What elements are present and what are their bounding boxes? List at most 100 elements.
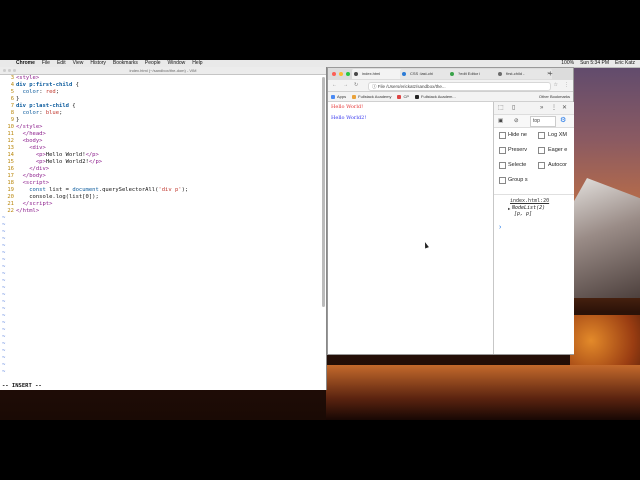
console-option-row: Group s <box>494 173 574 188</box>
bookmark-label: Apps <box>337 94 347 99</box>
bookmark-fullstack[interactable]: Fullstack Academy <box>352 92 391 101</box>
line-content[interactable]: </style> <box>16 124 43 130</box>
option-checkbox[interactable] <box>499 162 506 169</box>
option-checkbox[interactable] <box>538 132 545 139</box>
context-selector[interactable]: top <box>530 116 556 127</box>
expand-triangle-icon[interactable]: ▶ <box>508 205 510 212</box>
option-checkbox[interactable] <box>499 132 506 139</box>
code-line[interactable]: 19 const list = document.querySelectorAl… <box>2 187 326 194</box>
line-content[interactable]: <style> <box>16 75 39 81</box>
log-source-link[interactable]: index.html:20 <box>510 198 549 205</box>
forward-icon[interactable]: → <box>343 80 348 91</box>
console-prompt[interactable]: › <box>499 224 501 231</box>
option-checkbox[interactable] <box>538 162 545 169</box>
minimize-window-button[interactable] <box>8 69 11 72</box>
chrome-window[interactable]: index.html × CSS :last-chi × ?edit Edito… <box>327 67 574 355</box>
menu-bookmarks[interactable]: Bookmarks <box>113 60 138 67</box>
code-line[interactable]: 22 </html> <box>2 208 326 215</box>
clear-console-icon[interactable]: ⊘ <box>514 115 519 127</box>
code-line[interactable]: 10 </style> <box>2 124 326 131</box>
url-input[interactable]: ⓘ File /Users/erickatz/sandbox/the... <box>368 82 551 91</box>
line-content[interactable]: } <box>16 117 19 123</box>
code-line[interactable]: 17 </body> <box>2 173 326 180</box>
code-line[interactable]: 21 </script> <box>2 201 326 208</box>
info-icon[interactable]: ⓘ <box>372 84 377 89</box>
device-toolbar-icon[interactable]: ▯ <box>512 102 515 114</box>
bookmark-star-icon[interactable]: ☆ <box>554 80 558 91</box>
globe-icon <box>354 72 358 76</box>
code-line[interactable]: 20 console.log(list[0]); <box>2 194 326 201</box>
line-content[interactable]: <p>Hello World2!</p> <box>16 159 102 165</box>
more-panels-icon[interactable]: » <box>540 102 543 114</box>
vim-window[interactable]: index.html (~/sandbox/the-dom) - VIM 3 <s… <box>0 67 327 390</box>
console-sidebar-icon[interactable]: ▣ <box>498 115 503 127</box>
line-content[interactable]: </script> <box>16 201 53 207</box>
menu-help[interactable]: Help <box>192 60 202 67</box>
line-content[interactable]: <div> <box>16 145 46 151</box>
option-checkbox[interactable] <box>499 177 506 184</box>
menu-view[interactable]: View <box>73 60 84 67</box>
menu-file[interactable]: File <box>42 60 50 67</box>
empty-line-tilde: ~ <box>2 236 6 242</box>
menu-edit[interactable]: Edit <box>57 60 66 67</box>
line-content[interactable]: } <box>16 96 19 102</box>
line-content[interactable]: <script> <box>16 180 50 186</box>
code-line[interactable]: 13 <div> <box>2 145 326 152</box>
menu-window[interactable]: Window <box>168 60 186 67</box>
menu-icon[interactable]: ⋮ <box>564 80 569 91</box>
menu-people[interactable]: People <box>145 60 161 67</box>
code-line[interactable]: 14 <p>Hello World!</p> <box>2 152 326 159</box>
user-name[interactable]: Eric Katz <box>615 60 635 67</box>
bookmark-fullstack-2[interactable]: Fullstack Academ... <box>415 92 456 101</box>
line-content[interactable]: div p:first-child { <box>16 82 79 88</box>
line-content[interactable]: </div> <box>16 166 49 172</box>
minimize-window-button[interactable] <box>339 72 343 76</box>
tab-first-child[interactable]: first-child - × <box>496 69 552 79</box>
bookmark-apps[interactable]: Apps <box>331 92 346 101</box>
close-devtools-icon[interactable]: ✕ <box>562 102 567 114</box>
code-line[interactable]: 11 </head> <box>2 131 326 138</box>
battery-status[interactable]: 100% <box>561 60 574 67</box>
option-checkbox[interactable] <box>538 147 545 154</box>
code-line[interactable]: 15 <p>Hello World2!</p> <box>2 159 326 166</box>
code-line[interactable]: 4 div p:first-child { <box>2 82 326 89</box>
code-line[interactable]: 16 </div> <box>2 166 326 173</box>
zoom-window-button[interactable] <box>13 69 16 72</box>
option-checkbox[interactable] <box>499 147 506 154</box>
code-line[interactable]: 5 color: red; <box>2 89 326 96</box>
close-window-button[interactable] <box>3 69 6 72</box>
line-content[interactable]: console.log(list[0]); <box>16 194 99 200</box>
vim-scrollbar[interactable] <box>322 77 325 307</box>
clock[interactable]: Sun 5:34 PM <box>580 60 609 67</box>
line-content[interactable]: color: red; <box>16 89 59 95</box>
code-editor[interactable]: 3 <style> 4 div p:first-child {5 color: red… <box>0 75 326 376</box>
menu-history[interactable]: History <box>90 60 106 67</box>
line-content[interactable]: color: blue; <box>16 110 63 116</box>
line-content[interactable]: div p:last-child { <box>16 103 76 109</box>
code-line[interactable]: 9} <box>2 117 326 124</box>
zoom-window-button[interactable] <box>346 72 350 76</box>
code-line[interactable]: 3 <style> <box>2 75 326 82</box>
line-content[interactable]: </head> <box>16 131 46 137</box>
code-line[interactable]: 18 <script> <box>2 180 326 187</box>
code-line[interactable]: 8 color: blue; <box>2 110 326 117</box>
back-icon[interactable]: ← <box>332 80 337 91</box>
reload-icon[interactable]: ↻ <box>354 80 358 91</box>
menu-chrome[interactable]: Chrome <box>16 60 35 67</box>
gear-icon[interactable]: ⚙ <box>560 115 566 127</box>
line-content[interactable]: </body> <box>16 173 46 179</box>
line-content[interactable]: </html> <box>16 208 39 214</box>
bookmark-cp[interactable]: CP <box>397 92 409 101</box>
inspect-element-icon[interactable]: ⬚ <box>498 102 504 114</box>
devtools-menu-icon[interactable]: ⋮ <box>551 102 557 114</box>
line-content[interactable]: <body> <box>16 138 43 144</box>
other-bookmarks[interactable]: Other Bookmarks <box>539 92 570 101</box>
new-tab-icon[interactable]: + <box>548 68 553 80</box>
code-line[interactable]: 7 div p:last-child { <box>2 103 326 110</box>
code-line[interactable]: 6} <box>2 96 326 103</box>
code-line[interactable]: 12 <body> <box>2 138 326 145</box>
close-window-button[interactable] <box>332 72 336 76</box>
line-content[interactable]: <p>Hello World!</p> <box>16 152 99 158</box>
line-content[interactable]: const list = document.querySelectorAll('… <box>16 187 188 193</box>
page-viewport[interactable]: Hello World! Hello World2! <box>328 102 492 354</box>
